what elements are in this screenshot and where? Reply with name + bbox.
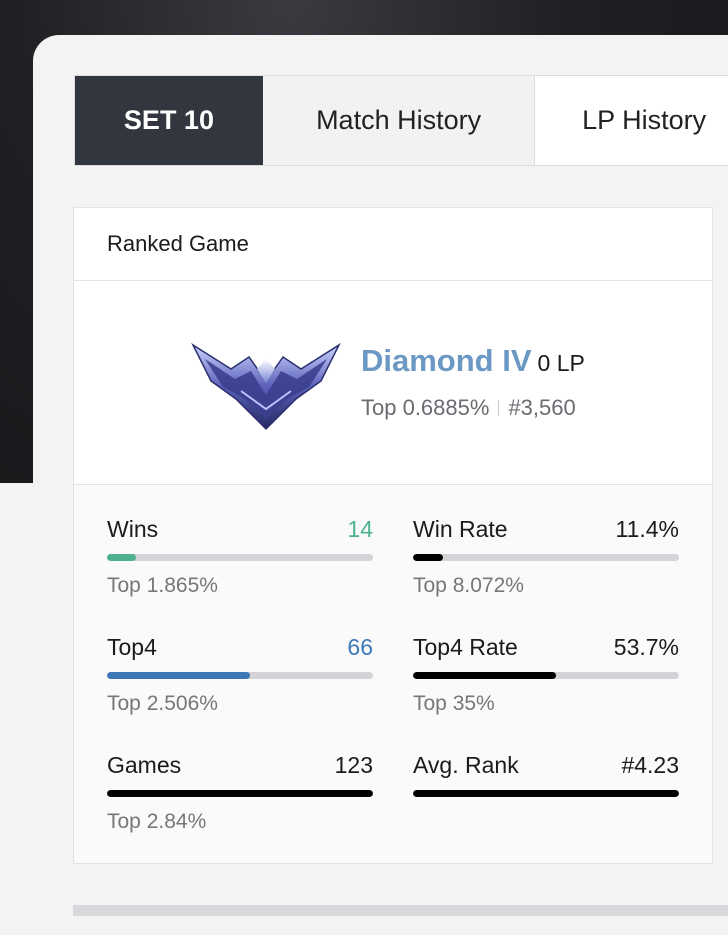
stat-sub: Top 8.072% [413,574,524,597]
tier-name: Diamond IV [361,343,532,378]
progress-fill [413,790,679,797]
tab-lp-history[interactable]: LP History [534,76,728,165]
card-title: Ranked Game [74,208,712,281]
stat-games: Games 123 Top 2.84% [107,750,373,834]
progress-bar [107,672,373,679]
stat-top4-rate: Top4 Rate 53.7% Top 35% [413,632,679,716]
stats-grid: Wins 14 Top 1.865% Win Rate 11.4% Top 8.… [74,485,712,863]
rank-summary: Diamond IV 0 LP Top 0.6885% #3,560 [74,281,712,485]
progress-bar [413,672,679,679]
top-percent: Top 0.6885% [361,395,490,420]
progress-fill [107,790,373,797]
tab-match-history[interactable]: Match History [262,76,535,165]
progress-fill [413,672,556,679]
progress-fill [107,672,250,679]
stat-label: Avg. Rank [413,751,519,778]
stat-value: 14 [347,515,373,542]
stat-value: 66 [347,633,373,660]
stat-top4: Top4 66 Top 2.506% [107,632,373,716]
progress-fill [107,554,137,561]
rank-subline: Top 0.6885% #3,560 [361,395,576,421]
stat-win-rate: Win Rate 11.4% Top 8.072% [413,514,679,598]
stat-label: Top4 Rate [413,633,518,660]
next-card-edge [73,905,728,916]
progress-bar [107,790,373,797]
stat-avg-rank: Avg. Rank #4.23 [413,750,679,810]
profile-tabs: SET 10 Match History LP History [74,75,728,166]
divider [498,400,500,416]
league-points: 0 LP [537,350,585,376]
stat-sub: Top 1.865% [107,574,218,597]
tier-line: Diamond IV 0 LP [361,343,585,379]
progress-bar [413,790,679,797]
stat-sub: Top 2.506% [107,692,218,715]
tab-set-10[interactable]: SET 10 [75,76,263,165]
progress-bar [107,554,373,561]
ranked-card: Ranked Game Diamond IV 0 LP Top 0.6885% … [73,207,713,864]
stat-value: 123 [334,751,373,778]
stat-value: 11.4% [615,515,679,542]
diamond-emblem-icon [191,342,341,431]
stat-value: 53.7% [613,633,679,660]
stat-wins: Wins 14 Top 1.865% [107,514,373,598]
ladder-rank: #3,560 [508,395,576,420]
stat-value: #4.23 [621,751,679,778]
stat-sub: Top 2.84% [107,810,207,833]
stat-label: Games [107,751,182,778]
stat-label: Win Rate [413,515,508,542]
stat-label: Top4 [107,633,157,660]
progress-bar [413,554,679,561]
progress-fill [413,554,444,561]
stat-label: Wins [107,515,159,542]
stat-sub: Top 35% [413,692,495,715]
